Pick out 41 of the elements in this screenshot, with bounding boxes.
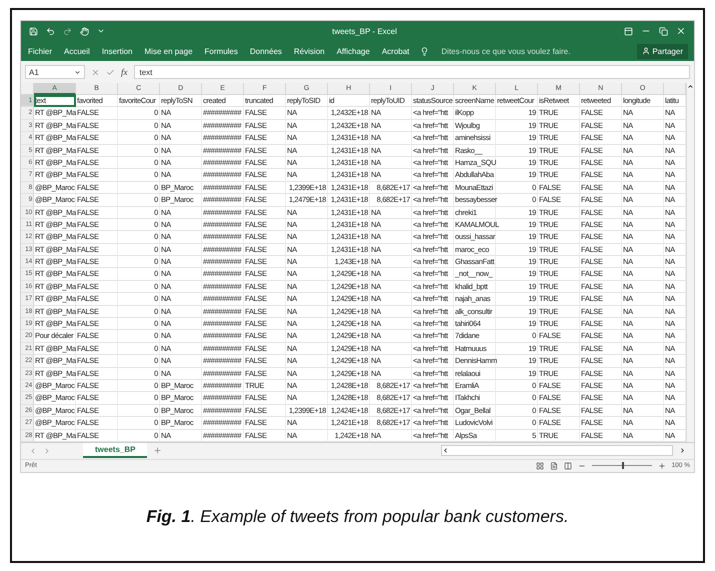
name-box[interactable]: A1 <box>25 65 85 79</box>
customize-icon[interactable] <box>97 27 105 35</box>
ribbon-tab[interactable]: Formules <box>204 44 239 58</box>
zoom-in-icon[interactable] <box>658 462 666 470</box>
vertical-scrollbar[interactable] <box>686 83 694 442</box>
restore-icon[interactable] <box>659 26 668 36</box>
scroll-up-icon[interactable] <box>687 83 694 90</box>
scroll-left-icon[interactable] <box>442 447 449 454</box>
ribbon-tab[interactable]: Révision <box>292 44 326 58</box>
check-icon[interactable] <box>106 68 115 76</box>
person-icon <box>642 47 650 55</box>
touch-icon[interactable] <box>80 26 89 36</box>
scroll-right-icon[interactable] <box>679 447 686 454</box>
ribbon-tab[interactable]: Affichage <box>336 44 371 58</box>
cancel-icon[interactable] <box>91 68 100 76</box>
horizontal-scrollbar[interactable] <box>441 445 673 456</box>
ribbon-tab[interactable]: Données <box>248 44 283 58</box>
figure-caption: Fig. 1. Example of tweets from popular bank customers. <box>145 506 570 528</box>
lightbulb-icon <box>420 46 430 56</box>
close-icon[interactable] <box>676 26 686 36</box>
ribbon-tab[interactable]: Mise en page <box>144 44 194 58</box>
redo-icon[interactable] <box>63 26 72 36</box>
tell-me-field[interactable]: Dites-nous ce que vous voulez faire. <box>439 46 614 56</box>
previous-sheet-icon[interactable] <box>29 446 37 455</box>
share-button[interactable]: Partager <box>637 44 688 58</box>
page-break-icon[interactable] <box>564 462 572 470</box>
formula-field[interactable]: text <box>134 65 690 79</box>
window-title: tweets_BP - Excel <box>331 26 398 36</box>
ribbon-tab[interactable]: Acrobat <box>380 44 410 58</box>
zoom-thumb[interactable] <box>622 462 624 470</box>
insert-function-button[interactable]: fx <box>121 67 128 77</box>
ribbon-tab[interactable]: Fichier <box>27 44 54 58</box>
undo-icon[interactable] <box>46 26 55 36</box>
ribbon-tab[interactable]: Insertion <box>100 44 134 58</box>
ribbon-display-icon[interactable] <box>624 26 633 36</box>
sheet-tab[interactable]: tweets_BP <box>83 443 148 458</box>
save-icon[interactable] <box>29 26 38 36</box>
next-sheet-icon[interactable] <box>43 446 51 455</box>
ribbon-tab[interactable]: Accueil <box>63 44 91 58</box>
normal-view-icon[interactable] <box>536 462 544 470</box>
page-layout-icon[interactable] <box>550 462 558 470</box>
